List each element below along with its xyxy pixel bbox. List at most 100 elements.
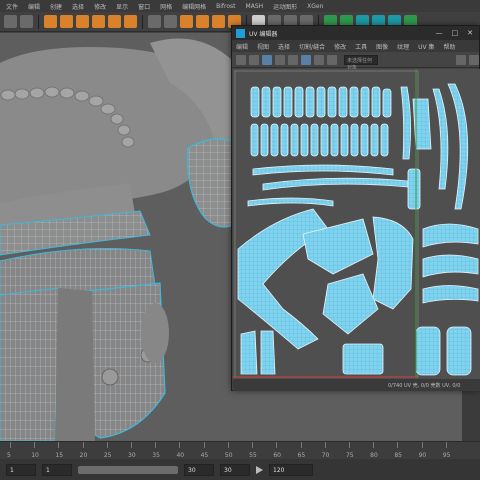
playback-start-field[interactable]: 1 — [42, 463, 72, 476]
select-tool-icon[interactable] — [4, 15, 17, 28]
stud — [101, 368, 119, 386]
uv-editor-window[interactable]: UV 编辑器 — □ ✕ 编辑 视图 选择 切割/缝合 修改 工具 图像 纹理 UV 集 帮助 未… — [231, 25, 480, 391]
options-icon[interactable] — [469, 54, 479, 65]
time-slider[interactable]: 5 10 15 20 25 30 35 40 45 50 55 60 65 70 75 80 85 90 95 — [0, 441, 480, 459]
snap-grid-icon[interactable] — [92, 15, 105, 28]
menu-item[interactable]: 显示 — [116, 2, 128, 11]
playback-end-field[interactable]: 30 — [184, 463, 214, 476]
skirt-left-panel — [0, 287, 61, 441]
timeline-tick-label: 35 — [152, 452, 160, 459]
timeline-tick-label: 70 — [321, 452, 330, 459]
current-frame-field[interactable]: 120 — [269, 463, 313, 476]
menu-item[interactable]: 网格 — [160, 2, 172, 11]
timeline-tick-label: 40 — [176, 452, 185, 459]
uv-menu-item[interactable]: 切割/缝合 — [299, 42, 325, 51]
main-menubar: 文件 编辑 创建 选择 修改 显示 窗口 网格 编辑网格 Bifrost MASH 运动图形 XGen — [0, 0, 480, 12]
timeline-tick-label: 75 — [345, 452, 354, 459]
menu-item[interactable]: 编辑 — [28, 2, 40, 11]
uv-shell-group — [237, 83, 479, 376]
checker-icon[interactable] — [249, 54, 259, 65]
snap-curve-icon[interactable] — [108, 15, 121, 28]
timeline-tick-mark — [348, 442, 350, 448]
uv-shells — [233, 69, 479, 378]
grid-toggle-icon[interactable] — [236, 54, 246, 65]
render-settings-icon[interactable] — [196, 15, 209, 28]
uv-menu-item[interactable]: UV 集 — [418, 42, 434, 51]
timeline-tick-label: 15 — [55, 452, 64, 459]
scale-tool-icon[interactable] — [76, 15, 89, 28]
timeline-tick-mark — [421, 442, 423, 448]
uv-menu-item[interactable]: 视图 — [257, 42, 269, 51]
minimize-icon[interactable]: — — [436, 29, 443, 37]
timeline-tick-mark — [373, 442, 375, 448]
timeline-tick-mark — [34, 442, 36, 448]
timeline-tick-label: 85 — [394, 452, 402, 459]
end-frame-field[interactable]: 30 — [220, 463, 250, 476]
start-frame-field[interactable]: 1 — [6, 463, 36, 476]
hypershade-icon[interactable] — [212, 15, 225, 28]
uv-editor-titlebar[interactable]: UV 编辑器 — □ ✕ — [232, 26, 479, 40]
ipr-render-icon[interactable] — [180, 15, 193, 28]
menu-item[interactable]: 修改 — [94, 2, 106, 11]
timeline-tick-label: 20 — [79, 452, 88, 459]
snap-point-icon[interactable] — [124, 15, 137, 28]
timeline-tick-label: 80 — [370, 452, 378, 459]
uv-menu-item[interactable]: 选择 — [278, 42, 290, 51]
timeline-tick-label: 25 — [103, 452, 112, 459]
shaded-icon[interactable] — [262, 54, 272, 65]
loincloth — [55, 288, 95, 441]
timeline-tick-label: 30 — [128, 452, 136, 459]
uv-texture-canvas[interactable]: 0/740 UV 壳, 0/0 壳数 UV, 0/0 — [233, 69, 480, 391]
timeline-tick-mark — [397, 442, 399, 448]
snapshot-icon[interactable] — [327, 54, 337, 65]
timeline-tick-mark — [106, 442, 108, 448]
timeline-tick-label: 90 — [418, 452, 427, 459]
menu-item[interactable]: 窗口 — [138, 2, 150, 11]
timeline-tick-mark — [227, 442, 229, 448]
timeline-tick-mark — [131, 442, 133, 448]
menu-item[interactable]: Bifrost — [216, 3, 235, 10]
move-tool-icon[interactable] — [44, 15, 57, 28]
timeline-tick-mark — [203, 442, 205, 448]
play-icon[interactable] — [256, 465, 263, 474]
lasso-tool-icon[interactable] — [20, 15, 33, 28]
dim-image-icon[interactable] — [314, 54, 324, 65]
render-icon[interactable] — [164, 15, 177, 28]
uv-editor-menubar: 编辑 视图 选择 切割/缝合 修改 工具 图像 纹理 UV 集 帮助 — [232, 40, 479, 52]
maximize-icon[interactable]: □ — [452, 29, 459, 37]
range-slider-bar: 1 1 30 30 120 — [0, 459, 480, 480]
playback-range-slider[interactable] — [78, 465, 178, 474]
timeline-tick-label: 50 — [224, 452, 233, 459]
rotate-tool-icon[interactable] — [60, 15, 73, 28]
uv-menu-item[interactable]: 帮助 — [444, 42, 456, 51]
menu-item[interactable]: XGen — [307, 3, 323, 10]
timeline-tick-mark — [276, 442, 278, 448]
distortion-icon[interactable] — [275, 54, 285, 65]
menu-item[interactable]: 创建 — [50, 2, 62, 11]
timeline-tick-label: 55 — [249, 452, 257, 459]
uv-menu-item[interactable]: 修改 — [334, 42, 346, 51]
history-icon[interactable] — [148, 15, 161, 28]
menu-item[interactable]: 文件 — [6, 2, 18, 11]
timeline-tick-label: 5 — [7, 452, 11, 459]
uv-set-field[interactable]: 未选择任何对象 — [344, 54, 378, 71]
timeline-tick-label: 65 — [297, 452, 306, 459]
uv-menu-item[interactable]: 图像 — [376, 42, 388, 51]
menu-item[interactable]: MASH — [246, 3, 264, 10]
image-display-icon[interactable] — [301, 54, 311, 65]
timeline-tick-label: 95 — [442, 452, 451, 459]
close-icon[interactable]: ✕ — [467, 29, 473, 37]
uv-menu-item[interactable]: 纹理 — [397, 42, 409, 51]
maya-logo-icon — [236, 28, 245, 38]
uv-menu-item[interactable]: 编辑 — [236, 42, 248, 51]
menu-item[interactable]: 选择 — [72, 2, 84, 11]
thigh-mesh — [141, 303, 169, 363]
uv-menu-item[interactable]: 工具 — [355, 42, 367, 51]
wireframe-icon[interactable] — [288, 54, 298, 65]
timeline-tick-label: 10 — [31, 452, 39, 459]
timeline-tick-mark — [10, 442, 11, 448]
timeline-tick-mark — [324, 442, 326, 448]
menu-item[interactable]: 运动图形 — [273, 2, 297, 11]
pin-icon[interactable] — [456, 54, 466, 65]
menu-item[interactable]: 编辑网格 — [182, 2, 206, 11]
